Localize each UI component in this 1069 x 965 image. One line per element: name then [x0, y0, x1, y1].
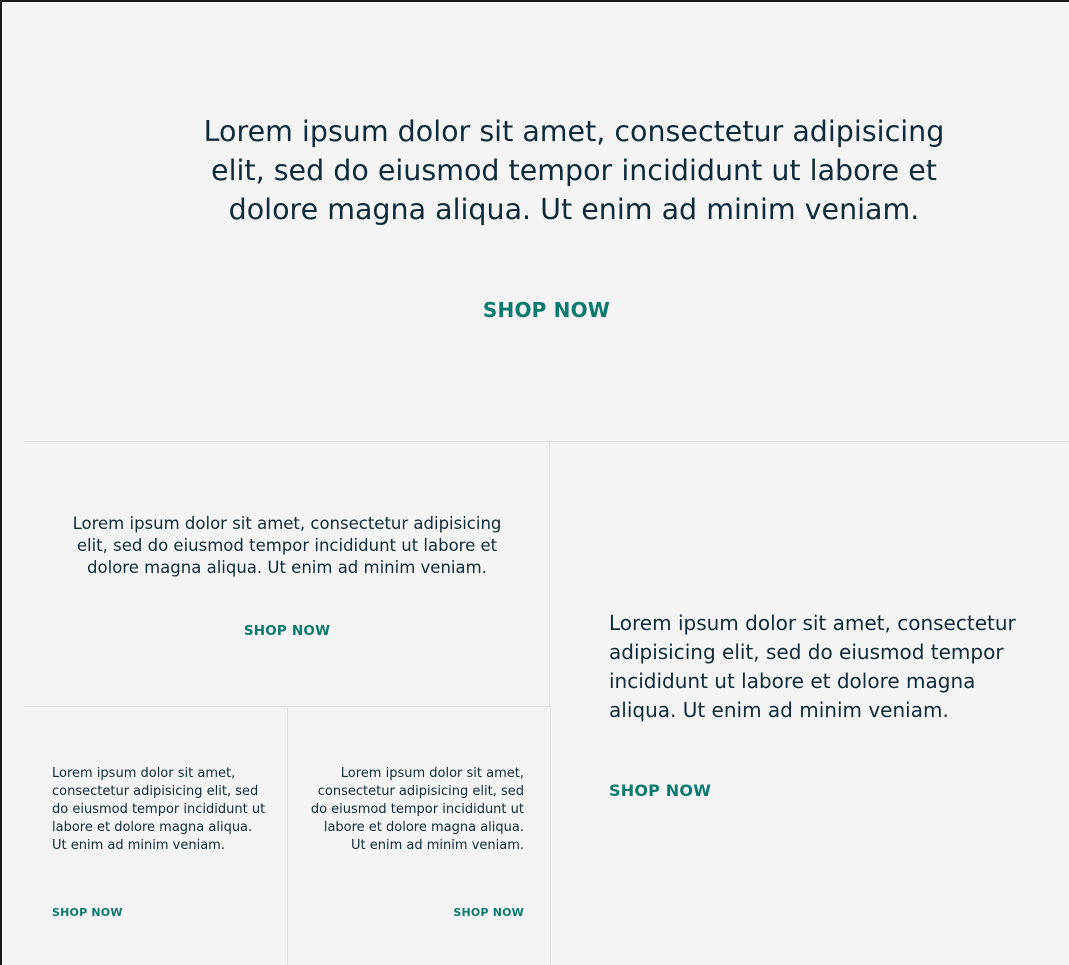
promo-tile-small-right: Lorem ipsum dolor sit amet, consectetur … [288, 708, 551, 965]
promo-tile-text: Lorem ipsum dolor sit amet, consectetur … [52, 766, 266, 853]
promo-tile-small-left: Lorem ipsum dolor sit amet, consectetur … [24, 708, 288, 965]
promo-tile-middle-left: Lorem ipsum dolor sit amet, consectetur … [24, 443, 550, 707]
hero-shop-now-link[interactable]: SHOP NOW [24, 298, 1069, 322]
promo-tile-shop-now-link[interactable]: SHOP NOW [310, 906, 524, 919]
promo-tile-text: Lorem ipsum dolor sit amet, consectetur … [72, 514, 502, 577]
promo-tile-shop-now-link[interactable]: SHOP NOW [52, 906, 123, 919]
hero-text: Lorem ipsum dolor sit amet, consectetur … [203, 115, 945, 226]
promo-tile-shop-now-link[interactable]: SHOP NOW [609, 781, 711, 800]
promo-grid: Lorem ipsum dolor sit amet, consectetur … [0, 0, 1069, 965]
promo-tile-text: Lorem ipsum dolor sit amet, consectetur … [609, 611, 1016, 722]
hero-section: Lorem ipsum dolor sit amet, consectetur … [24, 2, 1069, 442]
promo-tile-large-right: Lorem ipsum dolor sit amet, consectetur … [551, 443, 1069, 965]
promo-tile-text: Lorem ipsum dolor sit amet, consectetur … [310, 766, 524, 853]
promo-tile-shop-now-link[interactable]: SHOP NOW [24, 623, 550, 639]
